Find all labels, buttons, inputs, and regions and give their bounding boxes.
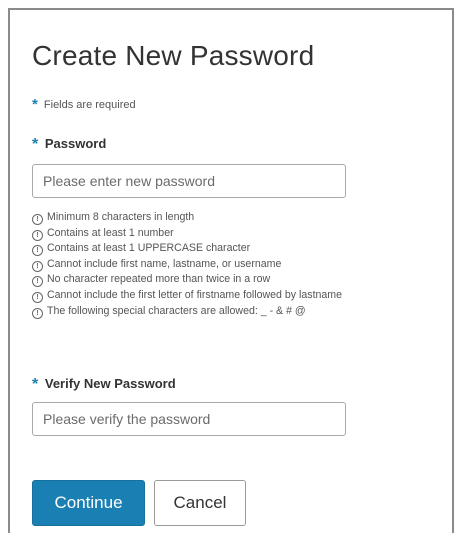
page-title: Create New Password bbox=[32, 40, 315, 71]
password-rule-item: ! Cannot include first name, lastname, or… bbox=[32, 257, 342, 273]
verify-label-text: Verify New Password bbox=[44, 376, 176, 391]
required-fields-note: * Fields are required bbox=[32, 96, 136, 113]
required-star: * bbox=[32, 136, 39, 153]
password-rule-text: Minimum 8 characters in length bbox=[47, 211, 195, 223]
password-rule-text: Contains at least 1 number bbox=[47, 226, 174, 239]
password-rule-item: ! Contains at least 1 UPPERCASE character bbox=[32, 241, 342, 257]
password-rule-item: ! No character repeated more than twice i… bbox=[32, 272, 342, 288]
password-rule-item: ! The following special characters are al… bbox=[32, 304, 342, 320]
password-rule-text: No character repeated more than twice in… bbox=[47, 273, 271, 286]
password-rule-text: Contains at least 1 UPPERCASE character bbox=[47, 242, 251, 255]
required-star: * bbox=[32, 376, 39, 393]
password-rule-text: The following special characters are all… bbox=[47, 304, 306, 317]
info-circle-icon: ! bbox=[32, 291, 43, 303]
password-input[interactable] bbox=[32, 164, 346, 198]
required-star: * bbox=[32, 96, 38, 113]
required-note-text: Fields are required bbox=[43, 99, 136, 111]
info-circle-icon: ! bbox=[32, 245, 43, 257]
password-rule-item: ! Cannot include the first letter of firs… bbox=[32, 288, 342, 304]
password-rules-list: ! Minimum 8 characters in length! Contains… bbox=[32, 210, 342, 319]
password-rule-text: Cannot include the first letter of first… bbox=[47, 288, 343, 301]
password-rule-text: Cannot include first name, lastname, or … bbox=[47, 257, 282, 270]
dialog-frame: Create New Password * Fields are require… bbox=[8, 8, 454, 533]
password-label: * Password bbox=[32, 136, 106, 154]
info-circle-icon: ! bbox=[32, 307, 43, 319]
info-circle-icon: ! bbox=[32, 229, 43, 241]
info-circle-icon: ! bbox=[32, 260, 43, 272]
password-label-text: Password bbox=[44, 136, 107, 151]
continue-button[interactable]: Continue bbox=[32, 480, 145, 526]
verify-password-input[interactable] bbox=[32, 402, 346, 436]
verify-password-label: * Verify New Password bbox=[32, 376, 176, 394]
info-circle-icon: ! bbox=[32, 214, 43, 225]
cancel-button[interactable]: Cancel bbox=[154, 480, 246, 526]
info-circle-icon: ! bbox=[32, 276, 43, 288]
password-rule-item: ! Minimum 8 characters in length bbox=[32, 210, 342, 226]
password-rule-item: ! Contains at least 1 number bbox=[32, 226, 342, 242]
